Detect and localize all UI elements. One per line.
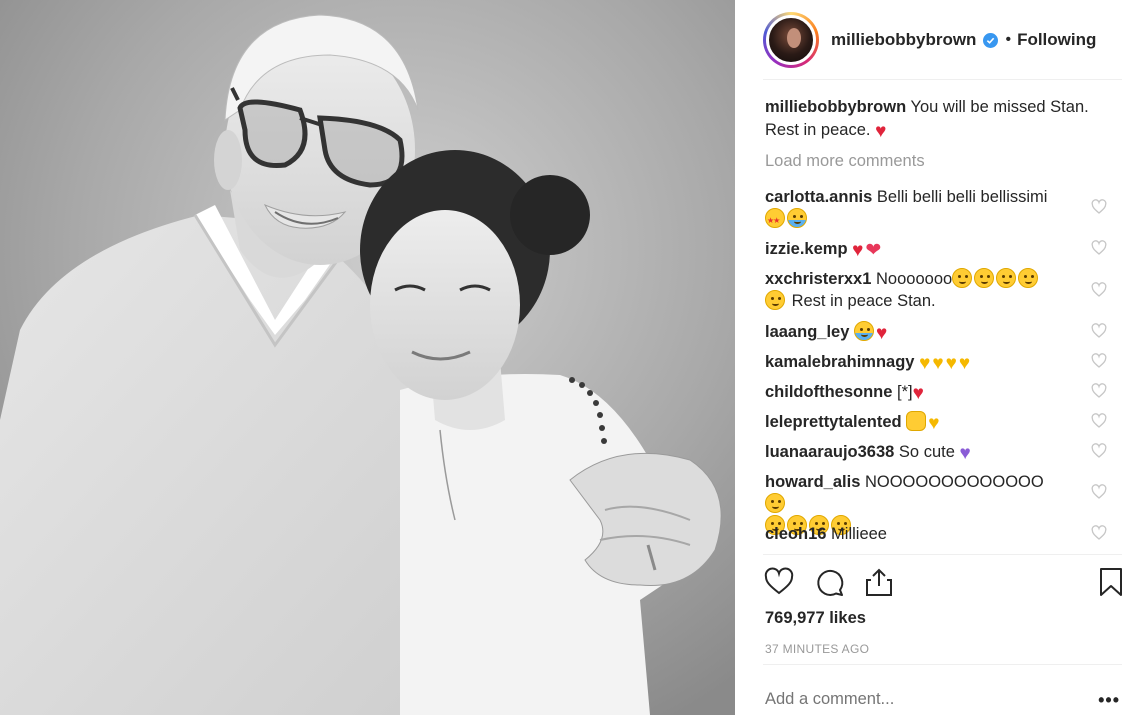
post-header: milliebobbybrown • Following (735, 0, 1132, 80)
caption: milliebobbybrown You will be missed Stan… (765, 96, 1122, 142)
comment: leleprettytalented ♥ (765, 411, 1065, 434)
bookmark-icon[interactable] (1095, 566, 1127, 598)
verified-icon (983, 32, 999, 48)
post-sidebar: milliebobbybrown • Following milliebobby… (735, 0, 1132, 715)
likes-count[interactable]: 769,977 likes (765, 609, 866, 628)
sad-face-emoji (996, 268, 1017, 288)
post-photo[interactable] (0, 0, 735, 715)
comment: childofthesonne [*]♥ (765, 381, 1065, 404)
comment: carlotta.annis Belli belli belli belliss… (765, 186, 1065, 232)
comment-username[interactable]: cleoh16 (765, 525, 826, 543)
following-button[interactable]: Following (1017, 30, 1096, 50)
like-comment-heart-icon[interactable] (1091, 413, 1107, 429)
comment: luanaaraujo3638 So cute ♥ (765, 441, 1065, 464)
purple-heart-emoji: ♥ (959, 443, 971, 464)
comment-input-divider (763, 664, 1122, 665)
header-divider (763, 79, 1122, 80)
like-comment-heart-icon[interactable] (1091, 323, 1107, 339)
like-comment-heart-icon[interactable] (1091, 484, 1107, 500)
header-username[interactable]: milliebobbybrown (831, 30, 976, 50)
comment-username[interactable]: kamalebrahimnagy (765, 353, 914, 371)
comment-username[interactable]: izzie.kemp (765, 240, 848, 258)
comment: cleoh16 Millieee (765, 523, 1065, 545)
red-heart-emoji: ♥ (912, 383, 924, 404)
yellow-heart-emoji: ♥ (958, 353, 971, 374)
yellow-heart-emoji: ♥ (928, 413, 940, 434)
add-comment-input[interactable] (765, 690, 1065, 709)
load-more-comments[interactable]: Load more comments (765, 150, 1122, 172)
red-heart-emoji: ♥ (852, 240, 864, 261)
red-heart-emoji: ♥ (875, 323, 888, 344)
yellow-heart-emoji: ♥ (932, 353, 944, 374)
like-comment-heart-icon[interactable] (1091, 443, 1107, 459)
crying-face-emoji (787, 208, 807, 228)
comment-text: Belli belli belli bellissimi (876, 188, 1048, 206)
broken-heart-emoji: ❤ (865, 240, 882, 261)
caption-block: milliebobbybrown You will be missed Stan… (765, 96, 1122, 172)
heart-icon[interactable] (763, 566, 795, 598)
share-icon[interactable] (863, 566, 895, 598)
crying-face-emoji (853, 321, 874, 341)
more-icon[interactable]: ••• (1098, 690, 1120, 711)
weary-face-emoji (765, 493, 785, 513)
comment-username[interactable]: laaang_ley (765, 323, 849, 341)
caption-username[interactable]: milliebobbybrown (765, 98, 906, 116)
comment-username[interactable]: howard_alis (765, 473, 860, 491)
comment-text: So cute (898, 443, 955, 461)
comment: izzie.kemp ♥ ❤ (765, 238, 1065, 261)
like-comment-heart-icon[interactable] (1091, 240, 1107, 256)
comment-username[interactable]: leleprettytalented (765, 413, 902, 431)
comment: xxchristerxx1 Nooooooo Rest in peace Sta… (765, 268, 1065, 312)
comment-text: [*] (897, 383, 913, 401)
comment-text-tail: Rest in peace Stan. (791, 292, 936, 310)
sad-face-emoji (952, 268, 973, 288)
comment-text: Millieee (831, 525, 887, 543)
comment-username[interactable]: xxchristerxx1 (765, 270, 871, 288)
like-comment-heart-icon[interactable] (1091, 282, 1107, 298)
star-eyes-emoji (765, 208, 785, 232)
comment-username[interactable]: childofthesonne (765, 383, 892, 401)
comment-username[interactable]: carlotta.annis (765, 188, 872, 206)
post-timestamp[interactable]: 37 MINUTES AGO (765, 642, 869, 656)
comment: laaang_ley ♥ (765, 321, 1065, 344)
comment-text: Nooooooo (876, 270, 953, 288)
comment-text: NOOOOOOOOOOOOO (864, 473, 1044, 491)
like-comment-heart-icon[interactable] (1091, 199, 1107, 215)
like-comment-heart-icon[interactable] (1091, 383, 1107, 399)
comment: kamalebrahimnagy ♥ ♥ ♥ ♥ (765, 351, 1065, 374)
actions-divider (763, 554, 1122, 555)
like-comment-heart-icon[interactable] (1091, 525, 1107, 541)
sad-face-emoji (1018, 268, 1039, 288)
photo-illustration (0, 0, 735, 715)
like-comment-heart-icon[interactable] (1091, 353, 1107, 369)
header-separator: • (1005, 31, 1012, 48)
sad-face-emoji (974, 268, 995, 288)
yellow-heart-emoji: ♥ (919, 353, 931, 374)
avatar[interactable] (766, 15, 816, 65)
avatar-story-ring[interactable] (763, 12, 819, 68)
comment-icon[interactable] (813, 566, 845, 598)
raised-hands-emoji (906, 411, 927, 431)
comment-username[interactable]: luanaaraujo3638 (765, 443, 894, 461)
sad-face-emoji (765, 290, 785, 310)
yellow-heart-emoji: ♥ (945, 353, 957, 374)
red-heart-emoji: ♥ (875, 121, 887, 142)
